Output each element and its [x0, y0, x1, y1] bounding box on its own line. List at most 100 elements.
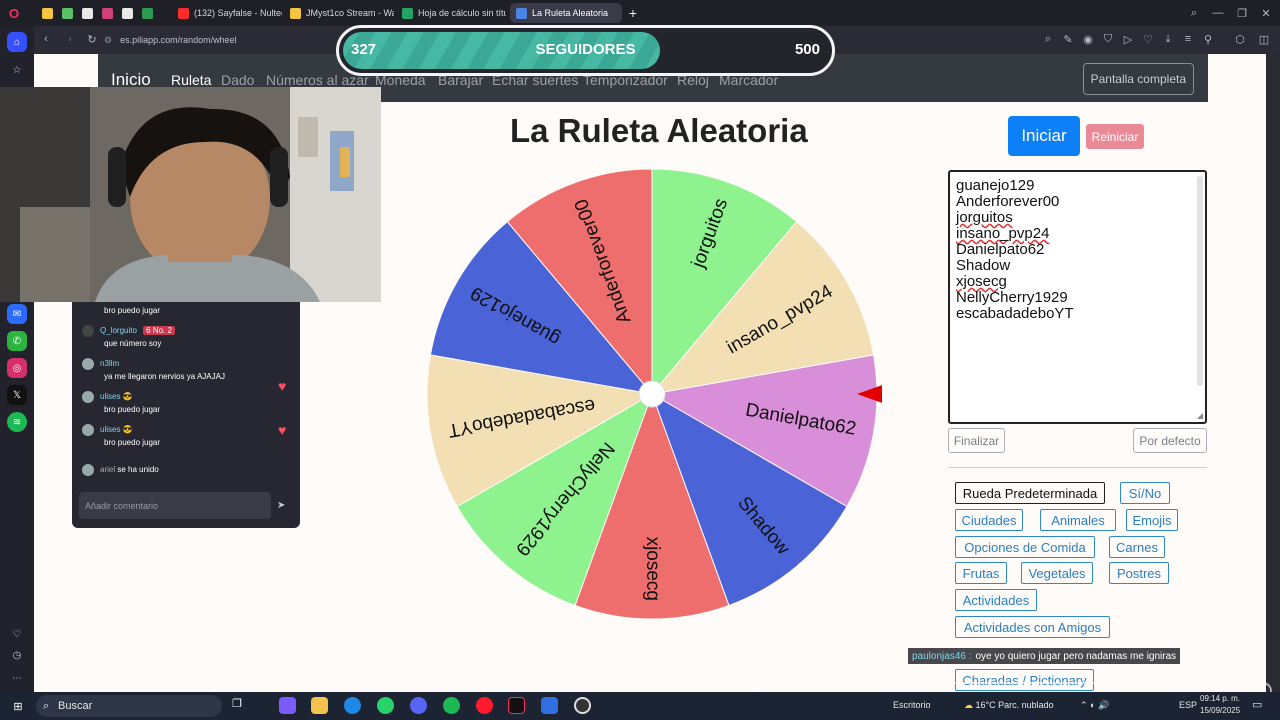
- reload-icon[interactable]: ↻: [84, 31, 100, 47]
- profile-icon[interactable]: ⚲: [1200, 31, 1216, 47]
- nav-link-ruleta[interactable]: Ruleta: [171, 72, 211, 88]
- start-button[interactable]: Iniciar: [1008, 116, 1080, 156]
- obs-icon[interactable]: [574, 697, 591, 714]
- heart-icon: ♥: [278, 378, 287, 394]
- language-indicator[interactable]: ESP: [1179, 700, 1197, 710]
- nav-link-dado[interactable]: Dado: [221, 72, 254, 88]
- extensions-icon[interactable]: ⬡: [1232, 31, 1248, 47]
- copilot-icon[interactable]: [279, 697, 296, 714]
- preset-activities[interactable]: Actividades: [955, 589, 1037, 611]
- name-entry: jorguitos: [956, 209, 1013, 226]
- taskbar-search[interactable]: ⌕ Buscar: [36, 695, 222, 717]
- preset-emojis[interactable]: Emojis: [1126, 509, 1178, 531]
- url-text: es.piliapp.com/random/wheel: [120, 35, 237, 45]
- textarea-scrollbar[interactable]: [1197, 176, 1203, 386]
- play-icon[interactable]: ▷: [1120, 31, 1136, 47]
- chat-message: n3llm: [82, 358, 119, 370]
- messenger-icon[interactable]: ✉: [7, 304, 27, 324]
- browser-tab[interactable]: [76, 3, 94, 23]
- wheel-center-hub[interactable]: [638, 380, 666, 408]
- preset-activities-friends[interactable]: Actividades con Amigos: [955, 616, 1110, 638]
- edge-icon[interactable]: [344, 697, 361, 714]
- chat-message-text: ya me llegaron nervios ya AJAJAJ: [104, 372, 225, 381]
- tiktok-icon[interactable]: [508, 697, 525, 714]
- discord-icon[interactable]: [410, 697, 427, 714]
- opera-icon[interactable]: [476, 697, 493, 714]
- browser-tab[interactable]: [36, 3, 54, 23]
- preset-meats[interactable]: Carnes: [1109, 536, 1165, 558]
- chat-username: Q_lorguito: [100, 326, 137, 336]
- preset-desserts[interactable]: Postres: [1109, 562, 1169, 584]
- tab-favicon-icon: [516, 7, 527, 19]
- browser-tab-youtube[interactable]: (132) Sayfalse - Nulteex -: [172, 3, 282, 23]
- x-icon[interactable]: 𝕏: [7, 385, 27, 405]
- youtube-icon: [178, 7, 189, 19]
- search-tabs-icon[interactable]: ⌕: [1186, 5, 1202, 21]
- menu-icon[interactable]: ≡: [1180, 31, 1196, 47]
- minimize-icon[interactable]: —: [1210, 5, 1226, 21]
- instagram-icon[interactable]: ◎: [7, 358, 27, 378]
- notifications-icon[interactable]: ▭: [1252, 698, 1262, 711]
- file-explorer-icon[interactable]: [311, 697, 328, 714]
- close-icon[interactable]: ✕: [1258, 5, 1274, 21]
- preset-vegetables[interactable]: Vegetales: [1021, 562, 1093, 584]
- edit-icon[interactable]: ✎: [1060, 31, 1076, 47]
- whatsapp-icon[interactable]: ✆: [7, 331, 27, 351]
- clock-time[interactable]: 09:14 p. m.: [1200, 694, 1240, 703]
- chat-comment-input[interactable]: Añadir comentario: [79, 492, 271, 519]
- tab-favicon-icon: [82, 7, 93, 19]
- name-entry: NellyCherry1929: [956, 289, 1068, 306]
- weather-widget[interactable]: ☁ 16°C Parc. nublado: [964, 700, 1054, 711]
- new-tab-icon[interactable]: +: [625, 5, 641, 21]
- tray-icons[interactable]: ⌃ ◐ 🔊: [1080, 700, 1109, 711]
- history-icon[interactable]: ◷: [7, 645, 27, 665]
- whatsapp-icon[interactable]: [377, 697, 394, 714]
- browser-tab[interactable]: [96, 3, 114, 23]
- browser-tab-sheets[interactable]: Hoja de cálculo sin título: [396, 3, 506, 23]
- tray-desktop-label[interactable]: Escritorio: [893, 700, 931, 710]
- preset-animals[interactable]: Animales: [1040, 509, 1116, 531]
- home-icon[interactable]: ⌂: [7, 32, 27, 52]
- back-icon[interactable]: ‹: [38, 31, 54, 47]
- search-icon[interactable]: ⌕: [1040, 31, 1056, 47]
- camera-icon[interactable]: ◉: [1080, 31, 1096, 47]
- maximize-icon[interactable]: ❐: [1234, 5, 1250, 21]
- send-icon[interactable]: ➤: [277, 500, 289, 512]
- spotify-icon[interactable]: ≋: [7, 412, 27, 432]
- name-entry: guanejo129: [956, 177, 1035, 194]
- resize-handle-icon[interactable]: ◢: [1197, 411, 1203, 420]
- default-button[interactable]: Por defecto: [1133, 428, 1207, 453]
- browser-tab[interactable]: [116, 3, 134, 23]
- random-wheel[interactable]: Danielpato62ShadowxjosecgNellyCherry1929…: [422, 164, 882, 624]
- stream-chat: bro puedo jugar Q_lorguito 6 No. 2 que n…: [72, 302, 300, 528]
- task-view-icon[interactable]: ❐: [232, 697, 249, 714]
- finish-button[interactable]: Finalizar: [948, 428, 1005, 453]
- app-icon[interactable]: [541, 697, 558, 714]
- preset-yes-no[interactable]: Sí/No: [1120, 482, 1170, 504]
- sidebar-toggle-icon[interactable]: ◫: [1256, 31, 1272, 47]
- more-icon[interactable]: ⋯: [7, 668, 27, 688]
- shield-icon[interactable]: ⛉: [1100, 31, 1116, 47]
- heart-icon[interactable]: ♡: [1140, 31, 1156, 47]
- browser-tab[interactable]: [136, 3, 154, 23]
- browser-tab-active[interactable]: La Ruleta Aleatoria: [510, 3, 622, 23]
- windows-start-icon[interactable]: ⊞: [10, 698, 26, 714]
- preset-fruits[interactable]: Frutas: [955, 562, 1007, 584]
- fullscreen-button[interactable]: Pantalla completa: [1082, 63, 1194, 95]
- clock-date[interactable]: 15/09/2025: [1200, 706, 1240, 715]
- page-title: La Ruleta Aleatoria: [510, 112, 808, 149]
- preset-cities[interactable]: Ciudades: [955, 509, 1023, 531]
- browser-tab-stream[interactable]: JMyst1co Stream - Watch: [284, 3, 394, 23]
- browser-tab[interactable]: [56, 3, 74, 23]
- star-icon[interactable]: ☆: [7, 60, 27, 80]
- preset-default-wheel[interactable]: Rueda Predeterminada: [955, 482, 1105, 504]
- opera-logo-icon[interactable]: O: [6, 5, 22, 21]
- heart-icon[interactable]: ♡: [7, 624, 27, 644]
- names-textarea[interactable]: guanejo129 Anderforever00 jorguitos insa…: [948, 170, 1207, 424]
- followers-goal: 500: [794, 41, 820, 58]
- spotify-icon[interactable]: [443, 697, 460, 714]
- download-icon[interactable]: ⤓: [1160, 31, 1176, 47]
- reset-button[interactable]: Reiniciar: [1086, 124, 1144, 149]
- preset-food[interactable]: Opciones de Comida: [955, 536, 1095, 558]
- forward-icon[interactable]: ›: [62, 31, 78, 47]
